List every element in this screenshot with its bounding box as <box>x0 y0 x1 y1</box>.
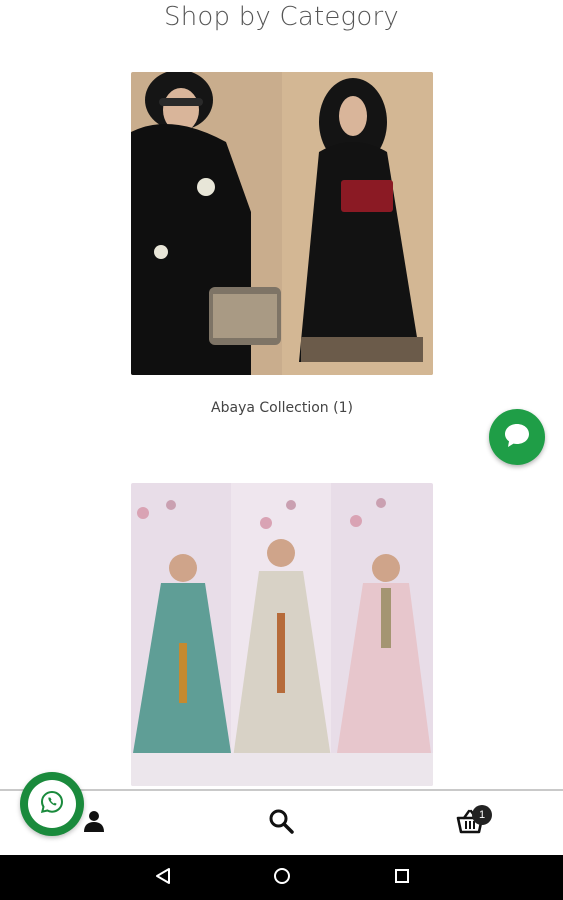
back-icon <box>154 867 172 890</box>
chat-button[interactable] <box>489 409 545 465</box>
cart-count-badge: 1 <box>472 805 492 825</box>
whatsapp-button[interactable] <box>20 772 84 836</box>
home-button[interactable] <box>270 866 294 890</box>
recents-icon <box>394 868 410 889</box>
user-icon <box>82 809 106 838</box>
search-icon <box>268 808 294 839</box>
page-title: Shop by Category <box>164 2 399 32</box>
category-card-kaftan[interactable] <box>131 483 433 786</box>
chat-bubble-icon <box>503 421 531 454</box>
category-image-abaya[interactable] <box>131 72 433 375</box>
category-label-abaya[interactable]: Abaya Collection (1) <box>131 400 433 416</box>
whatsapp-icon <box>40 790 64 819</box>
system-nav-bar <box>0 855 563 900</box>
recents-button[interactable] <box>390 866 414 890</box>
category-image-kaftan[interactable] <box>131 483 433 786</box>
search-button[interactable] <box>263 805 299 841</box>
home-icon <box>273 867 291 890</box>
category-card-abaya[interactable]: Abaya Collection (1) <box>131 72 433 416</box>
back-button[interactable] <box>151 866 175 890</box>
